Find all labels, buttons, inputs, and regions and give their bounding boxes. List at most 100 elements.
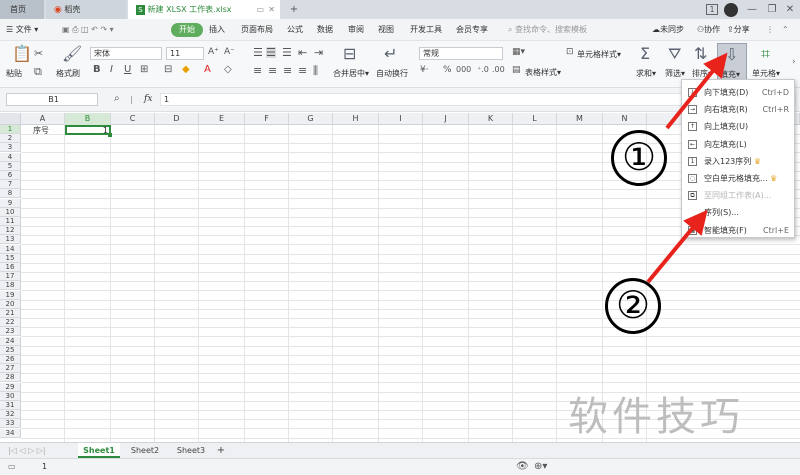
sum-icon[interactable]: Σ bbox=[640, 46, 650, 62]
series-item[interactable]: 序列(S)... bbox=[682, 204, 794, 222]
column-header-a[interactable]: A bbox=[21, 113, 65, 125]
row-header-33[interactable]: 33 bbox=[0, 419, 21, 429]
row-header-12[interactable]: 12 bbox=[0, 226, 21, 236]
currency-icon[interactable]: ¥· bbox=[420, 66, 429, 75]
tab-formulas[interactable]: 公式 bbox=[287, 23, 303, 37]
select-all-corner[interactable] bbox=[0, 113, 21, 125]
sync-status[interactable]: ☁未同步 bbox=[652, 23, 684, 37]
column-header-n[interactable]: N bbox=[603, 113, 647, 125]
merge-center-icon[interactable]: ⊟ bbox=[343, 46, 356, 62]
row-header-21[interactable]: 21 bbox=[0, 309, 21, 318]
sort-icon[interactable]: ⇅ bbox=[694, 46, 707, 62]
row-header-23[interactable]: 23 bbox=[0, 327, 21, 337]
column-header-i[interactable]: I bbox=[379, 113, 423, 125]
row-header-19[interactable]: 19 bbox=[0, 290, 21, 300]
clear-icon[interactable]: ◇ bbox=[224, 65, 232, 75]
fill-blank-cells-item[interactable]: ◌ 空白单元格填充... ♛ bbox=[682, 170, 794, 188]
tab-member[interactable]: 会员专享 bbox=[456, 23, 488, 37]
merge-center-button[interactable]: 合并居中▾ bbox=[333, 68, 369, 79]
minimize-icon[interactable]: — bbox=[744, 0, 760, 19]
row-header-20[interactable]: 20 bbox=[0, 299, 21, 309]
column-header-f[interactable]: F bbox=[245, 113, 289, 125]
column-header-b[interactable]: B bbox=[65, 113, 111, 125]
row-header-26[interactable]: 26 bbox=[0, 355, 21, 364]
border-icon[interactable]: ⊞ bbox=[140, 65, 148, 75]
indent-icon[interactable]: ⇤ bbox=[298, 47, 307, 58]
sheet-tab-sheet3[interactable]: Sheet3 bbox=[170, 443, 212, 458]
sheet-tab-sheet1[interactable]: Sheet1 bbox=[78, 443, 120, 458]
row-header-18[interactable]: 18 bbox=[0, 281, 21, 291]
column-header-k[interactable]: K bbox=[469, 113, 513, 125]
column-header-j[interactable]: J bbox=[423, 113, 469, 125]
row-header-31[interactable]: 31 bbox=[0, 401, 21, 410]
decrease-decimal-icon[interactable]: .00 bbox=[492, 66, 505, 74]
row-header-16[interactable]: 16 bbox=[0, 263, 21, 272]
share-button[interactable]: ⇪分享 bbox=[727, 23, 750, 37]
column-header-e[interactable]: E bbox=[199, 113, 245, 125]
row-header-11[interactable]: 11 bbox=[0, 217, 21, 226]
align-bottom-icon[interactable]: ☰ bbox=[282, 47, 292, 58]
collab-button[interactable]: ⚇协作 bbox=[697, 23, 720, 37]
row-header-27[interactable]: 27 bbox=[0, 364, 21, 374]
tab-data[interactable]: 数据 bbox=[317, 23, 333, 37]
underline-icon[interactable]: U bbox=[124, 65, 131, 75]
font-shrink-icon[interactable]: A⁻ bbox=[224, 48, 235, 57]
align-middle-icon[interactable]: ☰ bbox=[266, 47, 276, 58]
table-style-button[interactable]: 表格样式▾ bbox=[525, 67, 561, 78]
bold-icon[interactable]: B bbox=[93, 65, 101, 75]
increase-decimal-icon[interactable]: ⁺.0 bbox=[477, 66, 489, 74]
row-header-4[interactable]: 4 bbox=[0, 152, 21, 162]
tab-home[interactable]: 首页 bbox=[0, 0, 44, 19]
column-header-m[interactable]: M bbox=[557, 113, 603, 125]
smart-fill-item[interactable]: ▦ 智能填充(F) Ctrl+E bbox=[682, 222, 794, 240]
row-header-3[interactable]: 3 bbox=[0, 143, 21, 153]
row-header-32[interactable]: 32 bbox=[0, 410, 21, 420]
file-menu[interactable]: ☰ 文件 ▾ bbox=[6, 23, 38, 37]
tab-monitor-icon[interactable]: ▭ bbox=[256, 0, 264, 19]
cut-icon[interactable]: ✂ bbox=[34, 48, 43, 59]
tab-page-layout[interactable]: 页面布局 bbox=[241, 23, 273, 37]
column-header-l[interactable]: L bbox=[513, 113, 557, 125]
row-header-8[interactable]: 8 bbox=[0, 189, 21, 199]
sheet-tab-sheet2[interactable]: Sheet2 bbox=[124, 443, 166, 458]
format-painter-icon[interactable]: 🖌 bbox=[62, 46, 82, 62]
font-size-select[interactable]: 11 bbox=[166, 47, 204, 60]
row-header-2[interactable]: 2 bbox=[0, 134, 21, 144]
fill-button[interactable]: ⇩ 填充▾ bbox=[717, 43, 747, 81]
restore-icon[interactable]: ❐ bbox=[764, 0, 780, 19]
tab-review[interactable]: 审阅 bbox=[348, 23, 364, 37]
cell-b1-selected[interactable]: 1 bbox=[65, 125, 111, 135]
row-header-14[interactable]: 14 bbox=[0, 244, 21, 254]
cell-icon[interactable]: ⌗ bbox=[761, 46, 770, 62]
percent-icon[interactable]: % bbox=[443, 66, 452, 75]
font-color-icon[interactable]: A bbox=[204, 65, 211, 75]
number-format-select[interactable]: 常规 bbox=[419, 47, 503, 60]
row-header-9[interactable]: 9 bbox=[0, 198, 21, 208]
tab-docer[interactable]: ◉ 稻壳 bbox=[46, 0, 126, 19]
tab-insert[interactable]: 插入 bbox=[209, 23, 225, 37]
view-mode-icon[interactable]: ⊕▾ bbox=[534, 461, 547, 472]
column-header-g[interactable]: G bbox=[289, 113, 333, 125]
align-left-icon[interactable]: ≡ bbox=[253, 65, 262, 76]
fill-handle[interactable] bbox=[108, 133, 112, 137]
copy-icon[interactable]: ⧉ bbox=[34, 66, 42, 77]
wrap-text-button[interactable]: 自动换行 bbox=[376, 68, 408, 79]
tab-developer[interactable]: 开发工具 bbox=[410, 23, 442, 37]
sort-button[interactable]: 排序▾ bbox=[692, 68, 712, 79]
align-right-icon[interactable]: ≡ bbox=[283, 65, 292, 76]
row-header-22[interactable]: 22 bbox=[0, 318, 21, 328]
table-style-icon[interactable]: ▤ bbox=[512, 66, 521, 75]
format-painter-button[interactable]: 格式刷 bbox=[56, 68, 80, 79]
eye-protect-icon[interactable]: 👁 bbox=[516, 461, 529, 472]
row-header-15[interactable]: 15 bbox=[0, 253, 21, 263]
font-grow-icon[interactable]: A⁺ bbox=[208, 48, 219, 57]
window-count-badge[interactable]: 1 bbox=[706, 4, 718, 15]
cell-style-button[interactable]: 单元格样式▾ bbox=[577, 49, 621, 60]
tab-view[interactable]: 视图 bbox=[378, 23, 394, 37]
distribute-icon[interactable]: ⫼ bbox=[313, 65, 318, 76]
conditional-format-icon[interactable]: ▦▾ bbox=[512, 48, 525, 57]
quick-access-icons[interactable]: ▣ ⎙ ◫ ↶ ↷ ▾ bbox=[62, 23, 114, 37]
tab-close-icon[interactable]: ✕ bbox=[268, 0, 275, 19]
align-center-icon[interactable]: ≡ bbox=[268, 65, 277, 76]
fx-icon[interactable]: fx bbox=[144, 94, 152, 104]
